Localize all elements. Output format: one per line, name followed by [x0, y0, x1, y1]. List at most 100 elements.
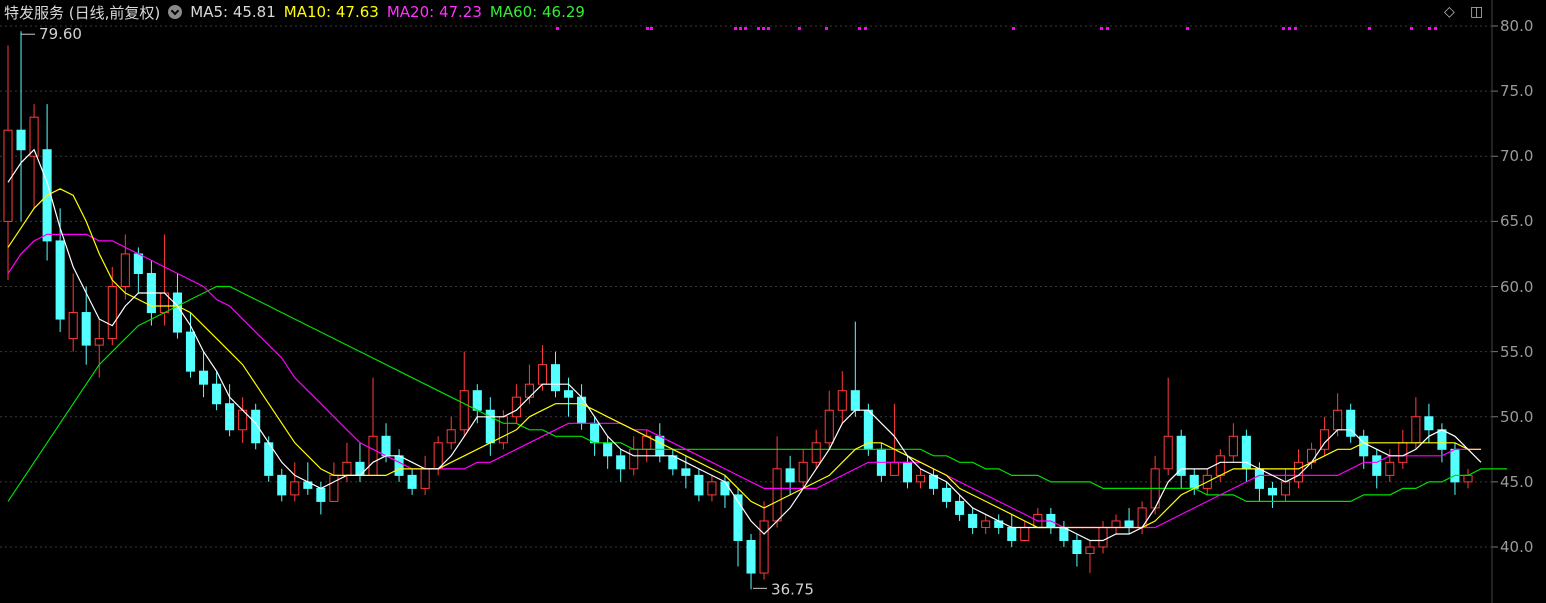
signal-marker: [650, 27, 653, 30]
candle-body: [185, 331, 196, 372]
candle-body: [277, 474, 287, 496]
y-tick-label: 80.0: [1500, 17, 1534, 35]
candle-body: [785, 468, 795, 483]
signal-marker: [798, 27, 801, 30]
y-tick-label: 40.0: [1500, 538, 1534, 556]
candle-body: [225, 403, 235, 431]
candle-body: [942, 487, 952, 502]
panel-toggle-icon[interactable]: ◫: [1470, 4, 1483, 20]
candle-body: [459, 390, 469, 431]
candle-body: [811, 442, 821, 463]
candle-body: [1333, 409, 1343, 431]
candle-body: [824, 409, 834, 444]
candle-body: [590, 422, 600, 444]
candle-body: [694, 474, 704, 496]
candle-body: [16, 129, 26, 151]
y-tick-label: 75.0: [1500, 82, 1534, 101]
candle-body: [107, 286, 117, 340]
candle-body: [772, 468, 782, 522]
candle-body: [746, 539, 756, 574]
candle-body: [1072, 539, 1082, 555]
chart-header: 特发服务 (日线,前复权) MA5: 45.81 MA10: 47.63 MA2…: [4, 2, 593, 22]
candle-body: [1228, 435, 1238, 457]
candle-body: [381, 435, 391, 457]
y-tick-label: 50.0: [1500, 407, 1534, 426]
low-label: 36.75: [771, 580, 814, 598]
signal-marker: [556, 27, 559, 30]
candle-body: [759, 520, 769, 574]
candle-body: [655, 435, 665, 457]
candle-body: [1372, 455, 1382, 476]
candle-body: [1137, 507, 1147, 528]
candle-body: [889, 461, 899, 476]
y-tick-label: 55.0: [1500, 342, 1534, 361]
signal-marker: [744, 27, 747, 30]
candle-body: [407, 474, 417, 489]
candle-body: [342, 461, 352, 476]
candle-body: [81, 312, 91, 346]
candle-body: [1098, 526, 1108, 548]
candle-body: [915, 474, 926, 483]
signal-marker: [1106, 27, 1109, 30]
y-tick-label: 70.0: [1500, 147, 1534, 166]
signal-marker: [762, 27, 765, 30]
candle-body: [498, 416, 508, 444]
check-circle-icon[interactable]: [168, 5, 183, 19]
ma60-label: MA60: 46.29: [489, 3, 585, 21]
candle-body: [681, 468, 691, 476]
y-tick-label: 45.0: [1500, 472, 1534, 491]
signal-marker: [825, 27, 828, 30]
candle-body: [902, 461, 913, 483]
candle-body: [1424, 416, 1434, 431]
candle-body: [1163, 435, 1173, 470]
high-label: 79.60: [39, 25, 82, 43]
candle-body: [1020, 526, 1030, 541]
candle-body: [290, 481, 300, 496]
candle-body: [981, 520, 991, 528]
candle-body: [707, 481, 717, 496]
candle-body: [394, 455, 404, 476]
candle-body: [550, 364, 561, 392]
candle-body: [3, 129, 13, 222]
candle-body: [1437, 429, 1447, 450]
y-tick-label: 65.0: [1500, 212, 1534, 231]
candle-body: [955, 500, 965, 515]
signal-marker: [1012, 27, 1015, 30]
candle-body: [212, 383, 222, 405]
signal-marker: [1434, 27, 1437, 30]
stock-title[interactable]: 特发服务 (日线,前复权): [4, 2, 160, 23]
candle-body: [837, 390, 847, 411]
y-tick-label: 60.0: [1500, 277, 1534, 296]
candle-body: [55, 240, 65, 320]
candle-body: [1254, 468, 1264, 489]
candle-body: [446, 429, 456, 444]
candle-body: [1411, 416, 1421, 444]
signal-marker: [1282, 27, 1285, 30]
candle-body: [798, 461, 808, 483]
candle-body: [1124, 520, 1134, 528]
candle-body: [537, 364, 548, 385]
candle-body: [603, 442, 613, 457]
signal-marker: [757, 27, 760, 30]
candle-body: [420, 468, 430, 489]
candle-body: [850, 390, 860, 411]
candle-body: [1398, 442, 1408, 463]
candle-body: [68, 312, 78, 340]
signal-marker: [734, 27, 737, 30]
signal-marker: [1186, 27, 1189, 30]
diamond-icon[interactable]: ◇: [1444, 4, 1455, 20]
candle-body: [616, 455, 626, 470]
candle-body: [1463, 474, 1473, 483]
signal-marker: [1368, 27, 1371, 30]
candle-body: [1280, 481, 1291, 496]
signal-marker: [1294, 27, 1297, 30]
candle-body: [1215, 455, 1225, 476]
candle-body: [198, 370, 209, 385]
candle-body: [1111, 520, 1121, 528]
signal-marker: [1100, 27, 1103, 30]
signal-marker: [767, 27, 770, 30]
signal-marker: [1410, 27, 1413, 30]
ma10-label: MA10: 47.63: [283, 3, 379, 21]
signal-marker: [1428, 27, 1431, 30]
candle-body: [1085, 546, 1095, 555]
